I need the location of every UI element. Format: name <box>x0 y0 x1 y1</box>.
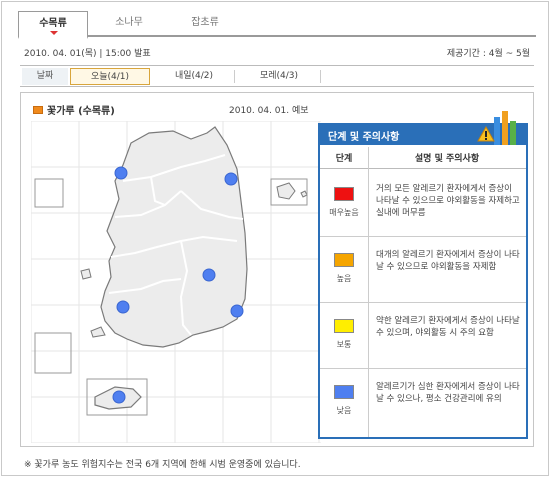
page-frame: 수목류 소나무 잡초류 2010. 04. 01(목) | 15:00 발표 제… <box>1 1 549 476</box>
tab-weeds-label: 잡초류 <box>191 17 219 28</box>
date-dayafter-button[interactable]: 모레(4/3) <box>238 68 320 85</box>
tab-trees-label: 수목류 <box>39 18 67 29</box>
date-tomorrow-button[interactable]: 내일(4/2) <box>154 68 234 85</box>
legend-box: 단계 및 주의사항 단계 설명 및 주의사항 매우높음 거의 모든 알레르기 환… <box>318 111 528 439</box>
category-tabs: 수목류 소나무 잡초류 <box>18 11 536 39</box>
forecast-date: 2010. 04. 01. 예보 <box>229 106 309 116</box>
date-bar: 날짜 오늘(4/1) 내일(4/2) 모레(4/3) <box>20 65 534 87</box>
mainland-shape <box>100 126 248 348</box>
level-name: 낮음 <box>336 406 352 415</box>
level-swatch-blue <box>334 385 354 399</box>
southwest-inset-box <box>34 332 72 374</box>
level-description: 거의 모든 알레르기 환자에게서 증상이 나타날 수 있으므로 야외활동을 자제… <box>376 184 520 218</box>
footnote: ※ 꽃가루 농도 위험지수는 전국 6개 지역에 한해 시범 운영중에 있습니다… <box>24 460 301 470</box>
legend-row-high: 높음 대개의 알레르기 환자에게서 증상이 나타날 수 있으므로 야외활동을 자… <box>320 237 526 303</box>
title-bullet-icon <box>33 106 43 114</box>
islet-shape <box>90 326 106 338</box>
level-description: 대개의 알레르기 환자에게서 증상이 나타날 수 있으므로 야외활동을 자제함 <box>376 250 520 272</box>
tab-pine[interactable]: 소나무 <box>94 11 164 37</box>
level-name: 높음 <box>336 274 352 283</box>
islet-shape <box>80 268 92 280</box>
legend-title: 단계 및 주의사항 <box>328 132 400 143</box>
provision-period: 제공기간 : 4월 ~ 5월 <box>446 49 530 59</box>
forecast-panel: 꽃가루 (수목류) 2010. 04. 01. 예보 단계 및 주의사항 단계 … <box>20 92 534 447</box>
level-description: 알레르기가 심한 환자에게서 증상이 나타날 수 있으나, 평소 건강관리에 유… <box>376 382 520 404</box>
legend-col-level: 단계 <box>335 154 353 164</box>
legend-col-desc: 설명 및 주의사항 <box>414 154 480 164</box>
date-label: 날짜 <box>22 68 68 85</box>
active-tab-marker-icon <box>50 31 58 35</box>
legend-row-normal: 보통 약한 알레르기 환자에게서 증상이 나타날 수 있으며, 야외활동 시 주… <box>320 303 526 369</box>
legend-column-headers: 단계 설명 및 주의사항 <box>320 147 526 169</box>
pollen-dot-busan <box>230 304 244 318</box>
legend-row-low: 낮음 알레르기가 심한 환자에게서 증상이 나타날 수 있으나, 평소 건강관리… <box>320 369 526 435</box>
pollen-dot-daegu <box>202 268 216 282</box>
level-swatch-red <box>334 187 354 201</box>
ulleungdo-shape <box>276 182 296 200</box>
legend-row-very-high: 매우높음 거의 모든 알레르기 환자에게서 증상이 나타날 수 있으므로 야외활… <box>320 171 526 237</box>
level-swatch-orange <box>334 253 354 267</box>
date-divider <box>320 70 321 83</box>
legend-header: 단계 및 주의사항 <box>320 111 526 145</box>
pollen-dot-gwangju <box>116 300 130 314</box>
korea-map <box>31 121 321 443</box>
level-name: 매우높음 <box>329 208 359 217</box>
baengnyeong-inset-box <box>34 178 64 208</box>
pollen-dot-seoul <box>114 166 128 180</box>
level-swatch-yellow <box>334 319 354 333</box>
date-today-button[interactable]: 오늘(4/1) <box>70 68 150 85</box>
announce-time: 2010. 04. 01(목) | 15:00 발표 <box>24 49 151 59</box>
warning-chart-icon <box>477 111 516 145</box>
tab-trees[interactable]: 수목류 <box>18 11 88 39</box>
date-tomorrow-label: 내일(4/2) <box>174 71 214 81</box>
level-description: 약한 알레르기 환자에게서 증상이 나타날 수 있으며, 야외활동 시 주의 요… <box>376 316 520 338</box>
tab-weeds[interactable]: 잡초류 <box>170 11 240 37</box>
pollen-dot-jeju <box>112 390 126 404</box>
dokdo-shape <box>300 190 308 198</box>
date-divider <box>234 70 235 83</box>
pollen-dot-gangneung <box>224 172 238 186</box>
panel-title: 꽃가루 (수목류) <box>47 106 115 117</box>
level-name: 보통 <box>336 340 352 349</box>
date-dayafter-label: 모레(4/3) <box>259 71 299 81</box>
tab-pine-label: 소나무 <box>115 17 143 28</box>
date-today-label: 오늘(4/1) <box>90 72 130 82</box>
